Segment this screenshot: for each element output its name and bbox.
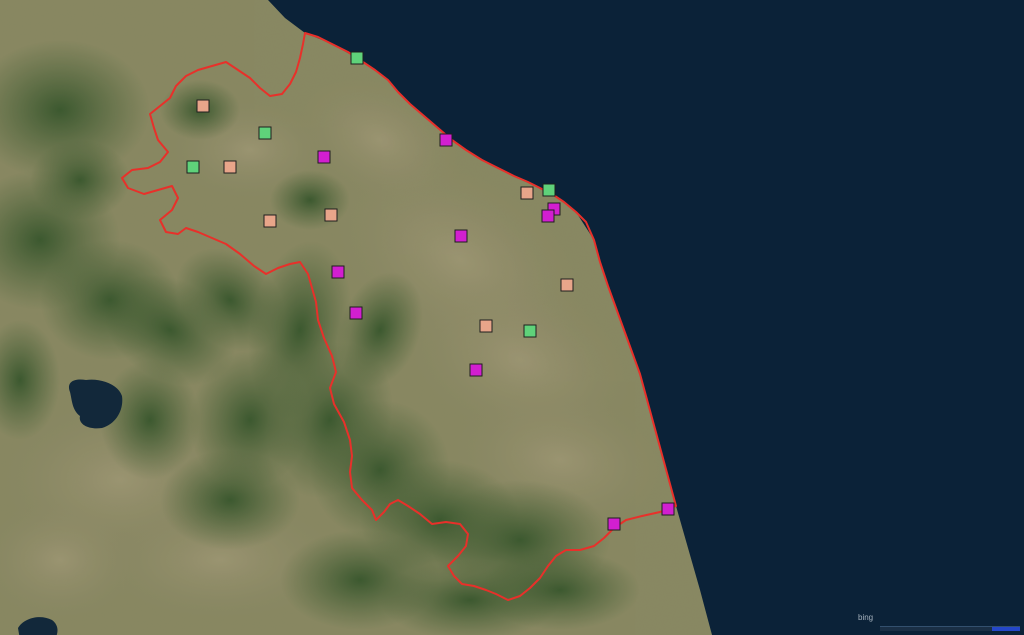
map-marker-salmon[interactable] bbox=[520, 186, 534, 200]
map-marker-magenta[interactable] bbox=[661, 502, 675, 516]
map-view[interactable]: bing bbox=[0, 0, 1024, 635]
bing-attribution[interactable]: bing bbox=[858, 613, 873, 622]
map-marker-green[interactable] bbox=[258, 126, 272, 140]
map-marker-green[interactable] bbox=[350, 51, 364, 65]
satellite-map[interactable] bbox=[0, 0, 1024, 635]
map-marker-salmon[interactable] bbox=[560, 278, 574, 292]
map-marker-magenta[interactable] bbox=[349, 306, 363, 320]
scale-bar-accent bbox=[992, 627, 1020, 631]
scale-bar bbox=[880, 626, 1020, 631]
map-marker-magenta[interactable] bbox=[541, 209, 555, 223]
map-marker-magenta[interactable] bbox=[454, 229, 468, 243]
map-marker-magenta[interactable] bbox=[469, 363, 483, 377]
map-marker-magenta[interactable] bbox=[317, 150, 331, 164]
map-marker-magenta[interactable] bbox=[331, 265, 345, 279]
map-marker-salmon[interactable] bbox=[479, 319, 493, 333]
map-marker-salmon[interactable] bbox=[196, 99, 210, 113]
map-marker-magenta[interactable] bbox=[607, 517, 621, 531]
map-marker-magenta[interactable] bbox=[439, 133, 453, 147]
map-marker-green[interactable] bbox=[186, 160, 200, 174]
map-marker-green[interactable] bbox=[542, 183, 556, 197]
map-marker-salmon[interactable] bbox=[223, 160, 237, 174]
map-marker-salmon[interactable] bbox=[263, 214, 277, 228]
map-marker-green[interactable] bbox=[523, 324, 537, 338]
map-marker-salmon[interactable] bbox=[324, 208, 338, 222]
